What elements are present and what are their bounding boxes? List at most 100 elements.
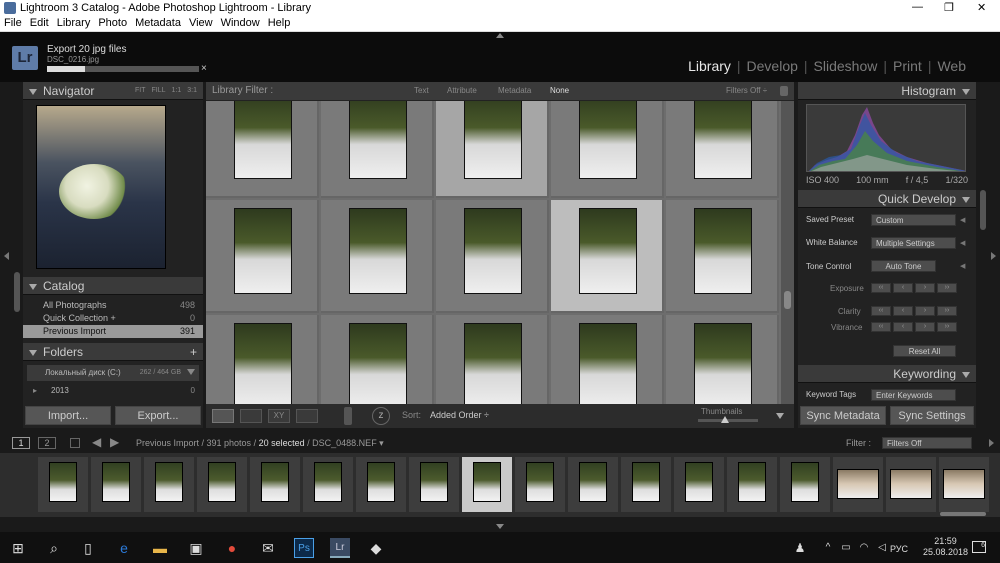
exposure-decrease[interactable]: ‹ xyxy=(893,283,913,293)
catalog-header[interactable]: Catalog xyxy=(23,277,203,295)
grid-cell[interactable] xyxy=(551,200,664,313)
catalog-item[interactable]: Quick Collection + 0 xyxy=(23,312,203,325)
photo-thumbnail[interactable] xyxy=(349,323,407,409)
survey-view-icon[interactable] xyxy=(296,409,318,423)
chrome-icon[interactable]: ● xyxy=(222,538,242,558)
vibrance-increase-more[interactable]: ›› xyxy=(937,322,957,332)
filmstrip-right-arrow-icon[interactable] xyxy=(989,439,994,447)
photo-thumbnail[interactable] xyxy=(234,323,292,409)
lightroom-taskbar-icon[interactable]: Lr xyxy=(330,538,350,558)
filmstrip-cell[interactable] xyxy=(780,457,830,512)
zoom-1-1[interactable]: 1:1 xyxy=(172,87,182,94)
menu-photo[interactable]: Photo xyxy=(94,16,131,30)
vibrance-decrease-more[interactable]: ‹‹ xyxy=(871,322,891,332)
filmstrip-cell[interactable] xyxy=(515,457,565,512)
menu-edit[interactable]: Edit xyxy=(26,16,53,30)
module-print[interactable]: Print xyxy=(887,58,928,74)
filmstrip-cell[interactable] xyxy=(462,457,512,512)
toolbar-menu-icon[interactable] xyxy=(776,413,784,419)
photoshop-icon[interactable]: Ps xyxy=(294,538,314,558)
keyword-tags-dropdown[interactable]: Enter Keywords xyxy=(871,389,956,401)
filmstrip-thumbnail[interactable] xyxy=(738,462,766,502)
zoom-3-1[interactable]: 3:1 xyxy=(187,87,197,94)
maximize-button[interactable]: ❐ xyxy=(944,1,954,14)
filmstrip-thumbnail[interactable] xyxy=(632,462,660,502)
menu-metadata[interactable]: Metadata xyxy=(131,16,185,30)
filmstrip-thumbnail[interactable] xyxy=(837,469,879,499)
menu-view[interactable]: View xyxy=(185,16,217,30)
photo-thumbnail[interactable] xyxy=(579,323,637,409)
filter-none[interactable]: None xyxy=(550,86,569,95)
second-screen-button[interactable]: 2 xyxy=(38,437,56,449)
import-button[interactable]: Import... xyxy=(25,406,111,425)
filmstrip-cell[interactable] xyxy=(409,457,459,512)
photo-thumbnail[interactable] xyxy=(464,323,522,409)
grid-cell[interactable] xyxy=(321,101,434,198)
navigator-header[interactable]: Navigator FIT FILL 1:1 3:1 xyxy=(23,82,203,100)
filmstrip-cell[interactable] xyxy=(38,457,88,512)
grid-icon[interactable] xyxy=(70,438,80,448)
catalog-item[interactable]: All Photographs 498 xyxy=(23,299,203,312)
catalog-item-selected[interactable]: Previous Import 391 xyxy=(23,325,203,338)
wifi-icon[interactable]: ◠ xyxy=(854,538,874,558)
filmstrip-thumbnail[interactable] xyxy=(943,469,985,499)
menu-help[interactable]: Help xyxy=(264,16,295,30)
vibrance-decrease[interactable]: ‹ xyxy=(893,322,913,332)
thumbnail-slider-handle[interactable] xyxy=(721,416,729,423)
store-icon[interactable]: ▣ xyxy=(186,538,206,558)
sync-metadata-button[interactable]: Sync Metadata xyxy=(800,406,886,425)
clarity-decrease[interactable]: ‹ xyxy=(893,306,913,316)
white-balance-dropdown[interactable]: Multiple Settings xyxy=(871,237,956,249)
module-develop[interactable]: Develop xyxy=(741,58,804,74)
filmstrip-cell[interactable] xyxy=(833,457,883,512)
collapse-top-arrow-icon[interactable] xyxy=(496,33,504,38)
sort-direction-icon[interactable]: z xyxy=(372,407,390,425)
grid-cell[interactable] xyxy=(551,101,664,198)
clarity-increase-more[interactable]: ›› xyxy=(937,306,957,316)
auto-tone-button[interactable]: Auto Tone xyxy=(871,260,936,272)
zoom-fill[interactable]: FILL xyxy=(152,87,166,94)
photo-thumbnail[interactable] xyxy=(349,101,407,179)
tray-chevron-icon[interactable]: ^ xyxy=(818,538,838,558)
task-view-icon[interactable]: ▯ xyxy=(78,538,98,558)
thumbnail-size-slider[interactable] xyxy=(698,416,758,423)
main-screen-button[interactable]: 1 xyxy=(12,437,30,449)
filmstrip-scrollbar[interactable] xyxy=(940,512,986,516)
filmstrip-cell[interactable] xyxy=(303,457,353,512)
histogram-header[interactable]: Histogram xyxy=(798,82,976,100)
filmstrip-cell[interactable] xyxy=(727,457,777,512)
filter-attribute[interactable]: Attribute xyxy=(447,86,477,95)
photo-thumbnail[interactable] xyxy=(349,208,407,294)
back-arrow-icon[interactable]: ◀ xyxy=(92,435,101,449)
lock-icon[interactable] xyxy=(780,86,788,96)
filmstrip-thumbnail[interactable] xyxy=(890,469,932,499)
collapse-left-arrow-icon[interactable] xyxy=(4,252,9,260)
photo-thumbnail[interactable] xyxy=(579,101,637,179)
reset-all-button[interactable]: Reset All xyxy=(893,345,956,357)
filmstrip-cell[interactable] xyxy=(939,457,989,512)
exposure-increase[interactable]: › xyxy=(915,283,935,293)
photo-thumbnail[interactable] xyxy=(234,208,292,294)
edge-icon[interactable]: e xyxy=(114,538,134,558)
exposure-increase-more[interactable]: ›› xyxy=(937,283,957,293)
start-icon[interactable]: ⊞ xyxy=(8,538,28,558)
grid-view-icon[interactable] xyxy=(212,409,234,423)
filter-text[interactable]: Text xyxy=(414,86,429,95)
filmstrip-thumbnail[interactable] xyxy=(102,462,130,502)
filmstrip-thumbnail[interactable] xyxy=(155,462,183,502)
filmstrip-thumbnail[interactable] xyxy=(579,462,607,502)
forward-arrow-icon[interactable]: ▶ xyxy=(110,435,119,449)
collapse-bottom-arrow-icon[interactable] xyxy=(496,524,504,529)
language-indicator[interactable]: РУС xyxy=(890,544,908,554)
navigator-preview[interactable] xyxy=(36,105,166,269)
close-button[interactable]: ✕ xyxy=(977,1,986,14)
filmstrip-thumbnail[interactable] xyxy=(473,462,501,502)
expand-triangle-icon[interactable]: ◀ xyxy=(960,239,965,247)
grid-cell[interactable] xyxy=(206,200,319,313)
quick-develop-header[interactable]: Quick Develop xyxy=(798,190,976,208)
filmstrip-cell[interactable] xyxy=(886,457,936,512)
expand-triangle-icon[interactable]: ◀ xyxy=(960,262,965,270)
exposure-decrease-more[interactable]: ‹‹ xyxy=(871,283,891,293)
clarity-increase[interactable]: › xyxy=(915,306,935,316)
filmstrip-thumbnail[interactable] xyxy=(526,462,554,502)
